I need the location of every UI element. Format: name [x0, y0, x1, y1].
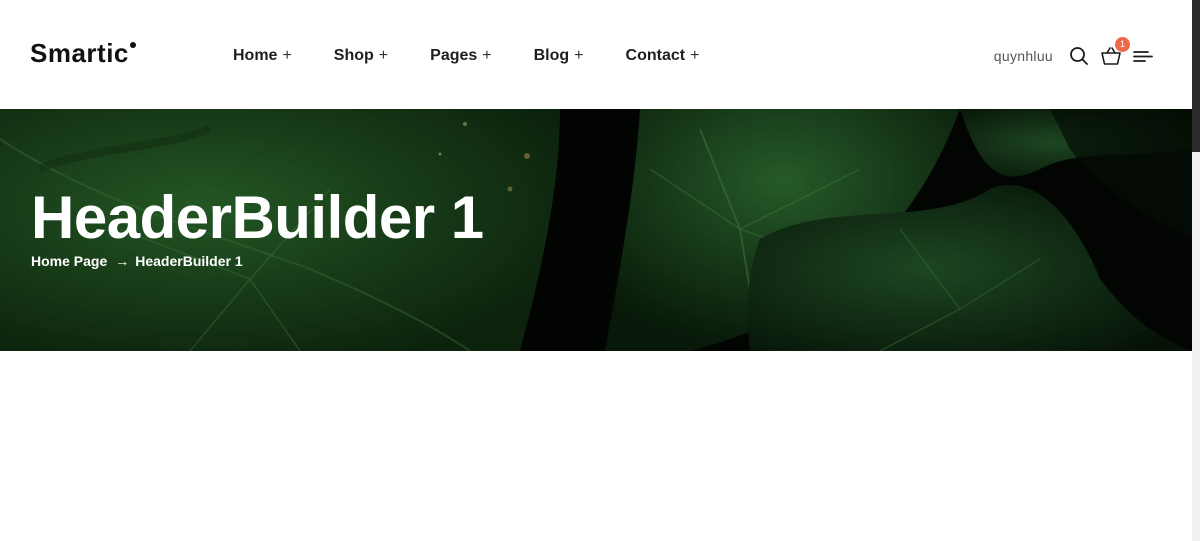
nav-expand-icon: +: [574, 47, 584, 64]
nav-item-blog[interactable]: Blog +: [534, 47, 584, 65]
scrollbar-track[interactable]: [1192, 0, 1200, 541]
page-title: HeaderBuilder 1: [31, 184, 484, 251]
nav-expand-icon: +: [378, 47, 389, 64]
nav-label: Pages: [430, 47, 478, 64]
nav-expand-icon: +: [482, 47, 492, 64]
nav-label: Shop: [333, 47, 374, 64]
logo-text: Smartic: [30, 38, 129, 68]
nav-item-contact[interactable]: Contact +: [626, 47, 700, 65]
scrollbar-thumb[interactable]: [1192, 0, 1200, 152]
main-nav: Home + Shop + Pages + Blog + Contact +: [233, 45, 699, 67]
arrow-right-icon: →: [115, 253, 130, 269]
breadcrumb-current: HeaderBuilder 1: [135, 253, 243, 269]
page: Smartic Home + Shop + Pages + Blog + Con…: [0, 0, 1200, 541]
nav-label: Home: [233, 47, 278, 64]
breadcrumb: Home Page → HeaderBuilder 1: [31, 253, 243, 269]
page-title-banner: HeaderBuilder 1 Home Page → HeaderBuilde…: [0, 109, 1192, 351]
account-link[interactable]: quynhluu: [994, 48, 1053, 64]
breadcrumb-home-link[interactable]: Home Page: [31, 253, 107, 269]
nav-expand-icon: +: [690, 47, 700, 64]
header-utilities: quynhluu 1: [994, 37, 1154, 70]
nav-label: Contact: [625, 47, 686, 64]
logo-dot: [129, 42, 136, 48]
site-header: Smartic Home + Shop + Pages + Blog + Con…: [0, 0, 1192, 109]
nav-expand-icon: +: [282, 47, 292, 64]
nav-label: Blog: [533, 47, 570, 64]
site-logo[interactable]: Smartic: [30, 38, 136, 69]
basket-icon[interactable]: 1: [1100, 37, 1130, 67]
menu-icon[interactable]: [1132, 45, 1154, 67]
nav-item-home[interactable]: Home +: [233, 47, 292, 65]
search-icon[interactable]: [1068, 45, 1090, 67]
cart-count-badge: 1: [1115, 37, 1130, 52]
nav-item-shop[interactable]: Shop +: [334, 47, 388, 65]
nav-item-pages[interactable]: Pages +: [430, 47, 491, 65]
